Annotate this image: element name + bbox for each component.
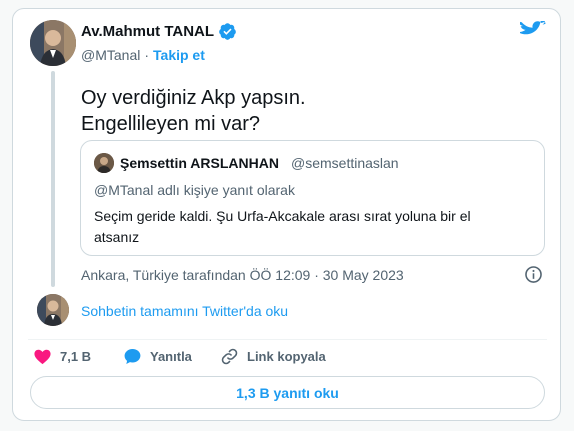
author-handle-row: @MTanal · Takip et bbox=[81, 47, 205, 63]
link-icon bbox=[221, 348, 238, 365]
tweet-text-line: Engellileyen mi var? bbox=[81, 113, 260, 135]
follow-button[interactable]: Takip et bbox=[153, 47, 205, 63]
tweet-text-line: Oy verdiğiniz Akp yapsın. bbox=[81, 87, 306, 109]
thread-connector-line bbox=[51, 71, 55, 287]
heart-icon bbox=[34, 349, 51, 365]
copy-link-button[interactable]: Link kopyala bbox=[220, 347, 326, 366]
divider bbox=[28, 339, 547, 340]
action-bar: 7,1 B Yanıtla Link kopyala bbox=[33, 347, 326, 366]
author-handle[interactable]: @MTanal bbox=[81, 47, 140, 63]
like-count: 7,1 B bbox=[60, 349, 92, 364]
read-full-thread-link[interactable]: Sohbetin tamamını Twitter'da oku bbox=[81, 303, 288, 319]
author-name-row: Av.Mahmut TANAL bbox=[81, 22, 237, 41]
reply-context: @MTanal adlı kişiye yanıt olarak bbox=[94, 182, 295, 198]
copy-link-label: Link kopyala bbox=[247, 349, 326, 364]
author-name[interactable]: Av.Mahmut TANAL bbox=[81, 23, 214, 40]
read-replies-button[interactable]: 1,3 B yanıtı oku bbox=[30, 376, 545, 409]
reply-button[interactable]: Yanıtla bbox=[123, 347, 220, 366]
author-avatar[interactable] bbox=[30, 20, 76, 66]
verified-badge-icon bbox=[218, 22, 237, 41]
speech-bubble-icon bbox=[124, 348, 141, 365]
quoted-author-avatar[interactable] bbox=[94, 153, 114, 173]
quoted-tweet[interactable]: Şemsettin ARSLANHAN @semsettinaslan @MTa… bbox=[80, 140, 545, 256]
info-icon[interactable] bbox=[524, 265, 543, 284]
like-button[interactable]: 7,1 B bbox=[33, 347, 123, 366]
read-replies-label: 1,3 B yanıtı oku bbox=[236, 384, 339, 401]
tweet-embed-card: Av.Mahmut TANAL @MTanal · Takip et Oy ve… bbox=[12, 8, 561, 421]
reply-label: Yanıtla bbox=[150, 349, 192, 364]
separator-dot: · bbox=[144, 47, 150, 63]
tweet-text: Oy verdiğiniz Akp yapsın. Engellileyen m… bbox=[81, 85, 306, 137]
quoted-tweet-text: Seçim geride kaldi. Şu Urfa-Akcakale ara… bbox=[94, 208, 471, 245]
twitter-bird-icon[interactable] bbox=[517, 15, 546, 43]
quoted-author-name[interactable]: Şemsettin ARSLANHAN bbox=[120, 155, 279, 171]
tweet-location-timestamp[interactable]: Ankara, Türkiye tarafından ÖÖ 12:09 · 30… bbox=[81, 267, 404, 283]
quoted-author-handle[interactable]: @semsettinaslan bbox=[291, 155, 399, 171]
thread-author-avatar[interactable] bbox=[37, 294, 69, 326]
